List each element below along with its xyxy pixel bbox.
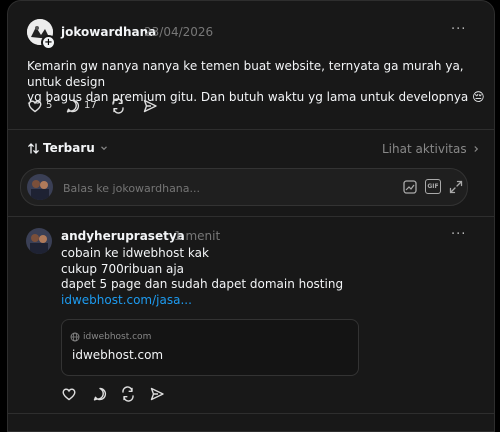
preview-domain-row: idwebhost.com [70,332,151,342]
link-preview-card[interactable]: idwebhost.com idwebhost.com [61,319,359,376]
heart-icon[interactable] [27,98,43,114]
reply-text-line: cukup 700ribuan aja [61,261,185,276]
reply-count: 17 [84,100,97,111]
comment-icon[interactable] [92,386,108,402]
more-icon[interactable]: ··· [451,22,466,37]
sort-label: Terbaru [43,141,95,155]
reply-text-line: cobain ke idwebhost kak [61,246,209,260]
gif-icon[interactable]: GIF [425,179,441,194]
reply-text: cobain ke idwebhost kak cukup 700ribuan … [61,246,481,308]
activity-link-label: Lihat aktivitas [382,142,467,156]
reply-text-line: dapet 5 page dan sudah dapet domain host… [61,277,344,291]
preview-title: idwebhost.com [72,348,164,362]
reply-composer: GIF [20,168,468,206]
preview-domain: idwebhost.com [83,332,152,342]
sort-icon [28,142,39,154]
expand-icon[interactable] [448,179,464,195]
reply-username[interactable]: andyheruprasetya [61,229,185,243]
post-username[interactable]: jokowardhana [61,25,156,39]
share-icon[interactable] [142,98,158,114]
post-text-line: Kemarin gw nanya nanya ke temen buat web… [27,59,464,89]
reply-time: 1 menit [174,229,221,243]
reply-link[interactable]: idwebhost.com/jasa... [61,293,481,309]
like-count: 5 [46,100,53,111]
chevron-right-icon [473,146,478,152]
repost-icon[interactable] [120,386,136,402]
chevron-down-icon [100,146,107,151]
sort-dropdown[interactable]: Terbaru [27,141,109,155]
share-icon[interactable] [149,386,165,402]
reply-input[interactable] [61,178,335,198]
gif-sticker-icon[interactable] [402,179,418,195]
activity-link[interactable]: Lihat aktivitas [382,142,481,156]
globe-icon [70,332,80,342]
comment-icon[interactable] [65,98,81,114]
composer-avatar [27,174,53,200]
more-icon[interactable]: ··· [451,227,466,242]
divider [8,413,494,414]
plus-icon[interactable]: + [41,35,56,50]
thread-card: + jokowardhana 23/04/2026 ··· Kemarin gw… [7,0,495,432]
divider [8,129,494,130]
heart-icon[interactable] [61,386,77,402]
reply-avatar[interactable] [26,228,52,254]
divider [8,216,494,217]
repost-icon[interactable] [110,98,126,114]
post-date: 23/04/2026 [144,25,214,39]
post-text: Kemarin gw nanya nanya ke temen buat web… [27,59,487,106]
